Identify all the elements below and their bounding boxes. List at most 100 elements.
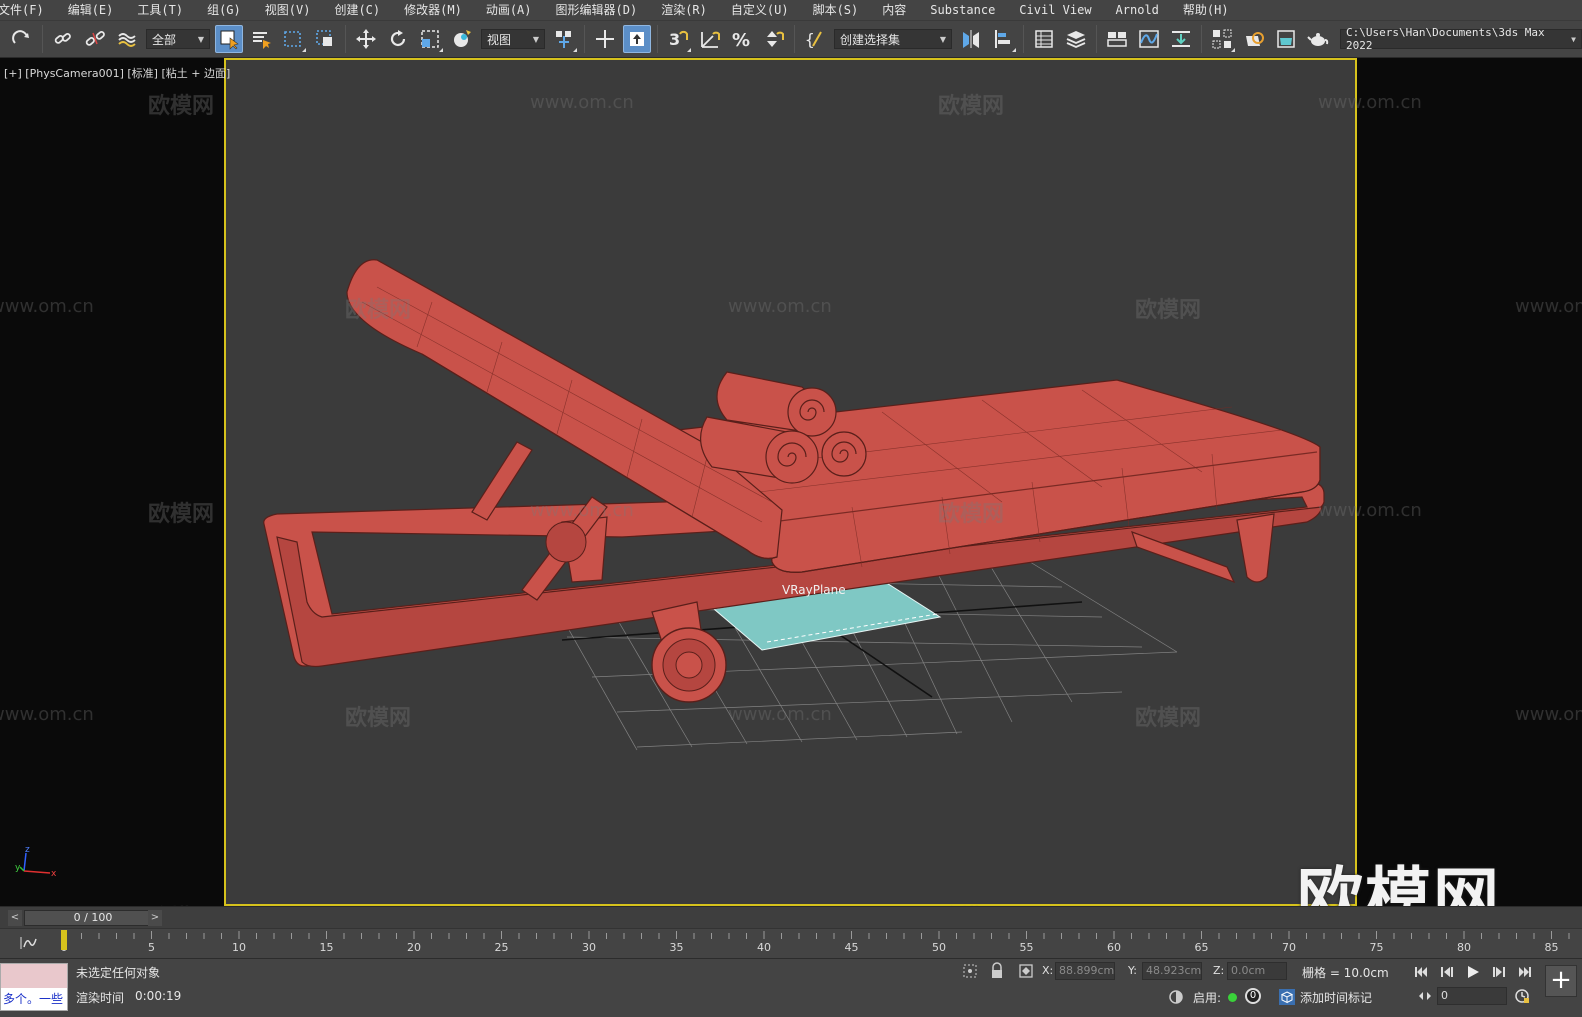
maxscript-mini-listener[interactable]: 多个。一些 (0, 963, 68, 1011)
toolbar-separator (1023, 25, 1024, 53)
select-object-button[interactable] (215, 25, 243, 53)
time-slider-next-button[interactable]: > (148, 910, 162, 926)
key-mode-toggle-icon[interactable] (1418, 989, 1432, 1003)
rotate-icon[interactable] (384, 25, 412, 53)
current-frame-marker[interactable] (61, 930, 67, 950)
unlink-selection-icon[interactable] (81, 25, 109, 53)
menu-item[interactable]: 编辑(E) (56, 0, 126, 20)
y-coord-field[interactable]: 48.923cm (1142, 962, 1202, 980)
select-and-link-icon[interactable] (49, 25, 77, 53)
edit-named-selection-icon[interactable]: { (801, 25, 829, 53)
menu-item[interactable]: 脚本(S) (801, 0, 871, 20)
selection-lock-icon[interactable] (990, 962, 1004, 980)
ruler-tick-label: 65 (1195, 941, 1209, 954)
time-configuration-icon[interactable] (1514, 988, 1530, 1004)
menu-item[interactable]: 自定义(U) (719, 0, 801, 20)
adaptive-degradation-icon[interactable] (1168, 989, 1184, 1005)
watermark-url: www.om.cn (1318, 92, 1422, 113)
named-selection-set-value: 创建选择集 (840, 32, 901, 47)
frame-ruler[interactable]: 0510152025303540455055606570758085 (0, 929, 1582, 959)
current-frame-field[interactable]: 0 (1437, 987, 1507, 1005)
isolate-selection-icon[interactable] (962, 963, 978, 979)
scale-icon[interactable] (416, 25, 444, 53)
material-editor-icon[interactable] (1208, 25, 1236, 53)
perspective-viewport[interactable] (224, 58, 1357, 906)
scene-explorer-icon[interactable] (1030, 25, 1058, 53)
menu-item[interactable]: 帮助(H) (1171, 0, 1241, 20)
previous-frame-icon (1441, 967, 1453, 977)
toolbar-separator (1201, 25, 1202, 53)
viewport-label-menu[interactable]: [+] [PhysCamera001] [标准] [粘土 + 边面] (4, 65, 230, 81)
watermark: 欧模网 (938, 502, 1005, 527)
menu-item[interactable]: Substance (918, 0, 1007, 20)
menu-item[interactable]: Civil View (1007, 0, 1103, 20)
layer-explorer-icon[interactable] (1062, 25, 1090, 53)
ruler-tick-label: 85 (1545, 941, 1559, 954)
enable-status-dot[interactable] (1228, 993, 1237, 1002)
curve-editor-icon[interactable] (1135, 25, 1163, 53)
go-to-start-button[interactable] (1410, 963, 1432, 981)
move-icon[interactable] (352, 25, 380, 53)
percent-snap-icon[interactable]: % (728, 25, 756, 53)
selection-filter-dropdown[interactable]: 全部 ▼ (146, 29, 210, 49)
menu-item[interactable]: 视图(V) (253, 0, 323, 20)
menu-item[interactable]: Arnold (1104, 0, 1171, 20)
x-coord-field[interactable]: 88.899cm (1055, 962, 1115, 980)
render-setup-icon[interactable] (1240, 25, 1268, 53)
play-button[interactable] (1462, 963, 1484, 981)
chevron-down-icon: ▼ (1571, 34, 1576, 44)
schematic-view-icon[interactable] (1167, 25, 1195, 53)
time-tag-cube-icon[interactable] (1278, 988, 1296, 1006)
add-time-tag[interactable]: 添加时间标记 (1300, 989, 1372, 1006)
menu-item[interactable]: 创建(C) (322, 0, 392, 20)
previous-frame-button[interactable] (1436, 963, 1458, 981)
snaps-toggle-icon[interactable]: 3 (664, 25, 692, 53)
ruler-tick-label: 60 (1107, 941, 1121, 954)
enable-label: 启用: (1193, 991, 1222, 1005)
menu-item[interactable]: 工具(T) (125, 0, 195, 20)
z-coord-field[interactable]: 0.0cm (1227, 962, 1287, 980)
select-manipulate-icon[interactable] (591, 25, 619, 53)
time-slider[interactable]: < 0 / 100 > (0, 906, 1582, 928)
keyboard-shortcut-override-button[interactable] (623, 25, 651, 53)
absolute-transform-icon[interactable] (1018, 963, 1034, 979)
next-frame-button[interactable] (1488, 963, 1510, 981)
ruler-tick-label: 5 (148, 941, 155, 954)
watermark: 欧模网 (938, 94, 1005, 119)
window-crossing-icon[interactable] (311, 25, 339, 53)
select-by-name-icon[interactable] (247, 25, 275, 53)
go-to-end-button[interactable] (1514, 963, 1536, 981)
track-bar[interactable]: 0510152025303540455055606570758085 (0, 928, 1582, 958)
menu-item[interactable]: 修改器(M) (392, 0, 474, 20)
ruler-tick-label: 20 (407, 941, 421, 954)
place-icon[interactable] (448, 25, 476, 53)
watermark-url: www.om.cn (530, 92, 634, 113)
project-folder-dropdown[interactable]: C:\Users\Han\Documents\3ds Max 2022 ▼ (1340, 26, 1582, 52)
angle-snap-icon[interactable] (696, 25, 724, 53)
time-slider-prev-button[interactable]: < (8, 910, 22, 926)
go-to-start-icon (1415, 967, 1427, 977)
menu-item[interactable]: 图形编辑器(D) (544, 0, 650, 20)
ribbon-toggle-icon[interactable] (1103, 25, 1131, 53)
lounge-chair-scene (263, 259, 1325, 751)
reference-coordinate-dropdown[interactable]: 视图 ▼ (481, 29, 545, 49)
named-selection-set-dropdown[interactable]: 创建选择集 ▼ (834, 29, 952, 49)
menu-item[interactable]: 文件(F) (0, 0, 56, 20)
spinner-snap-icon[interactable] (760, 25, 788, 53)
pivot-center-icon[interactable] (550, 25, 578, 53)
mirror-icon[interactable] (957, 25, 985, 53)
go-to-end-icon (1519, 967, 1531, 977)
menu-item[interactable]: 组(G) (195, 0, 253, 20)
create-key-plus-icon[interactable]: + (1545, 965, 1577, 997)
rectangular-selection-region-icon[interactable] (279, 25, 307, 53)
render-production-teapot-icon[interactable] (1304, 25, 1332, 53)
rendered-frame-window-icon[interactable] (1272, 25, 1300, 53)
menu-item[interactable]: 内容 (870, 0, 918, 20)
menu-item[interactable]: 动画(A) (474, 0, 544, 20)
bind-to-space-warp-icon[interactable] (113, 25, 141, 53)
redo-button[interactable] (8, 25, 36, 53)
enable-count-badge[interactable]: 0 (1245, 988, 1261, 1004)
align-icon[interactable] (989, 25, 1017, 53)
menu-item[interactable]: 渲染(R) (649, 0, 719, 20)
watermark-url: www.om.cn (1515, 704, 1582, 725)
